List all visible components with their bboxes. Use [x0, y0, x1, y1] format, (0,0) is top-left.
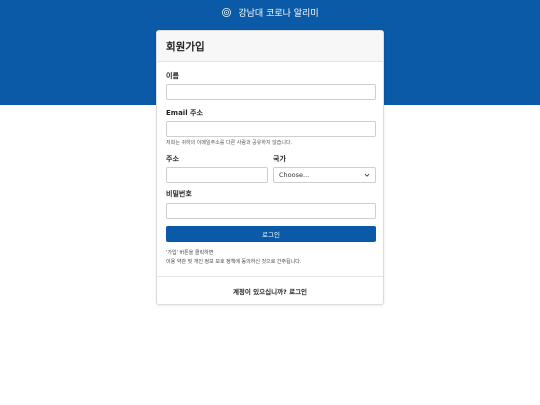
name-input[interactable] — [166, 84, 376, 100]
login-submit-button[interactable]: 로그인 — [166, 226, 376, 242]
terms-text: '가입' 버튼을 클릭하면 이용 약관 및 개인 정보 보호 정책에 동의하신 … — [166, 249, 378, 267]
country-label: 국가 — [273, 155, 286, 163]
email-label: Email 주소 — [166, 109, 203, 117]
address-input[interactable] — [166, 167, 268, 183]
email-input[interactable] — [166, 121, 376, 137]
footer-divider — [157, 276, 383, 277]
chevron-down-icon — [364, 173, 370, 177]
terms-line-2: 이용 약관 및 개인 정보 보호 정책에 동의하신 것으로 간주됩니다. — [166, 259, 302, 265]
password-input[interactable] — [166, 203, 376, 219]
login-link[interactable]: 계정이 있으십니까? 로그인 — [157, 286, 383, 296]
terms-line-1: '가입' 버튼을 클릭하면 — [166, 250, 214, 256]
card-header: 회원가입 — [157, 31, 383, 62]
country-select[interactable]: Choose... — [273, 167, 376, 183]
name-label: 이름 — [166, 72, 179, 80]
password-label: 비밀번호 — [166, 190, 192, 198]
address-label: 주소 — [166, 155, 179, 163]
brand[interactable]: 강남대 코로나 알리미 — [0, 4, 540, 20]
card-title: 회원가입 — [166, 40, 205, 53]
signup-card: 회원가입 이름 Email 주소 저희는 귀하의 이메일주소를 다른 사람과 공… — [156, 30, 384, 305]
email-help-text: 저희는 귀하의 이메일주소를 다른 사람과 공유하지 않습니다. — [166, 140, 293, 146]
covid-virus-icon — [222, 7, 232, 17]
country-selected-value: Choose... — [279, 171, 310, 179]
app-title: 강남대 코로나 알리미 — [238, 8, 319, 19]
